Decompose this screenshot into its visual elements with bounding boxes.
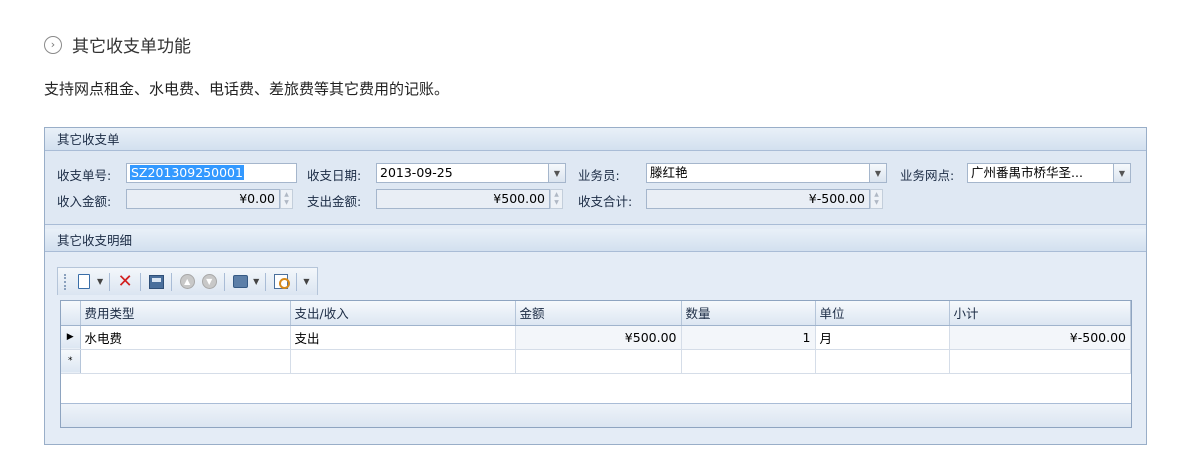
cell-qty[interactable]: 1 xyxy=(681,325,816,350)
date-dropdown-button[interactable]: ▼ xyxy=(548,163,566,183)
cell-unit[interactable]: 月 xyxy=(815,325,950,350)
column-header-subtotal[interactable]: 小计 xyxy=(949,301,1131,326)
new-cell-subtotal[interactable] xyxy=(949,349,1131,374)
save-icon[interactable] xyxy=(145,271,167,293)
section-description: 支持网点租金、水电费、电话费、差旅费等其它费用的记账。 xyxy=(44,80,450,98)
new-dropdown-arrow[interactable]: ▼ xyxy=(97,277,103,286)
new-cell-qty[interactable] xyxy=(681,349,816,374)
date-input[interactable]: 2013-09-25 xyxy=(376,163,549,183)
toolbar-overflow-arrow[interactable]: ▼ xyxy=(303,277,309,286)
new-cell-unit[interactable] xyxy=(815,349,950,374)
total-amount-field: ¥-500.00 xyxy=(646,189,870,209)
expense-spinner: ▲ ▼ xyxy=(550,189,563,209)
section-title: 其它收支单功能 xyxy=(72,37,191,57)
branch-input[interactable]: 广州番禺市桥华圣... xyxy=(967,163,1114,183)
print-dropdown-arrow[interactable]: ▼ xyxy=(253,277,259,286)
panel-title: 其它收支单 xyxy=(45,128,1146,151)
detail-toolbar: ▼ ✕ ▲ ▼ ▼ ▼ xyxy=(57,267,319,295)
grid-footer xyxy=(61,403,1131,427)
row-indicator-icon: ▶ xyxy=(61,325,81,350)
income-label: 收入金额: xyxy=(57,194,112,209)
detail-panel-title: 其它收支明细 xyxy=(45,229,1146,252)
section-header: › 其它收支单功能 xyxy=(44,32,191,57)
income-amount-field: ¥0.00 xyxy=(126,189,280,209)
total-label: 收支合计: xyxy=(578,194,633,209)
grid-header-row: 费用类型 支出/收入 金额 数量 单位 小计 xyxy=(61,301,1131,326)
new-cell-amount[interactable] xyxy=(515,349,682,374)
column-header-amount[interactable]: 金额 xyxy=(515,301,682,326)
print-icon[interactable] xyxy=(229,271,251,293)
new-cell-direction[interactable] xyxy=(290,349,516,374)
cell-direction[interactable]: 支出 xyxy=(290,325,516,350)
branch-dropdown-button[interactable]: ▼ xyxy=(1113,163,1131,183)
new-row[interactable]: * xyxy=(61,349,1131,374)
cell-type[interactable]: 水电费 xyxy=(80,325,291,350)
date-label: 收支日期: xyxy=(307,168,362,183)
header-form: 收支单号: SZ201309250001 收支日期: 2013-09-25 ▼ … xyxy=(45,151,1146,225)
circle-chevron-right-icon: › xyxy=(44,35,62,54)
column-header-type[interactable]: 费用类型 xyxy=(80,301,291,326)
column-header-qty[interactable]: 数量 xyxy=(681,301,816,326)
total-spinner: ▲ ▼ xyxy=(870,189,883,209)
column-header-unit[interactable]: 单位 xyxy=(815,301,950,326)
move-up-icon[interactable]: ▲ xyxy=(176,271,198,293)
cell-subtotal[interactable]: ¥-500.00 xyxy=(949,325,1131,350)
toolbar-grip[interactable] xyxy=(64,273,67,290)
delete-icon[interactable]: ✕ xyxy=(114,271,136,293)
other-income-expense-window: 其它收支单 收支单号: SZ201309250001 收支日期: 2013-09… xyxy=(44,127,1147,445)
new-row-indicator-icon: * xyxy=(61,349,81,374)
staff-dropdown-button[interactable]: ▼ xyxy=(869,163,887,183)
doc-no-label: 收支单号: xyxy=(57,168,112,183)
detail-grid: 费用类型 支出/收入 金额 数量 单位 小计 ▶ 水电费 支出 ¥500.00 … xyxy=(60,300,1132,428)
branch-label: 业务网点: xyxy=(900,168,955,183)
doc-no-input[interactable]: SZ201309250001 xyxy=(126,163,297,183)
expense-label: 支出金额: xyxy=(307,194,362,209)
move-down-icon[interactable]: ▼ xyxy=(198,271,220,293)
new-icon[interactable] xyxy=(73,271,95,293)
staff-label: 业务员: xyxy=(578,168,620,183)
new-cell-type[interactable] xyxy=(80,349,291,374)
column-header-direction[interactable]: 支出/收入 xyxy=(290,301,516,326)
expense-amount-field: ¥500.00 xyxy=(376,189,550,209)
income-spinner: ▲ ▼ xyxy=(280,189,293,209)
cell-amount[interactable]: ¥500.00 xyxy=(515,325,682,350)
staff-input[interactable]: 滕红艳 xyxy=(646,163,870,183)
table-row[interactable]: ▶ 水电费 支出 ¥500.00 1 月 ¥-500.00 xyxy=(61,325,1131,350)
find-icon[interactable] xyxy=(270,271,292,293)
row-indicator-header xyxy=(61,301,81,326)
